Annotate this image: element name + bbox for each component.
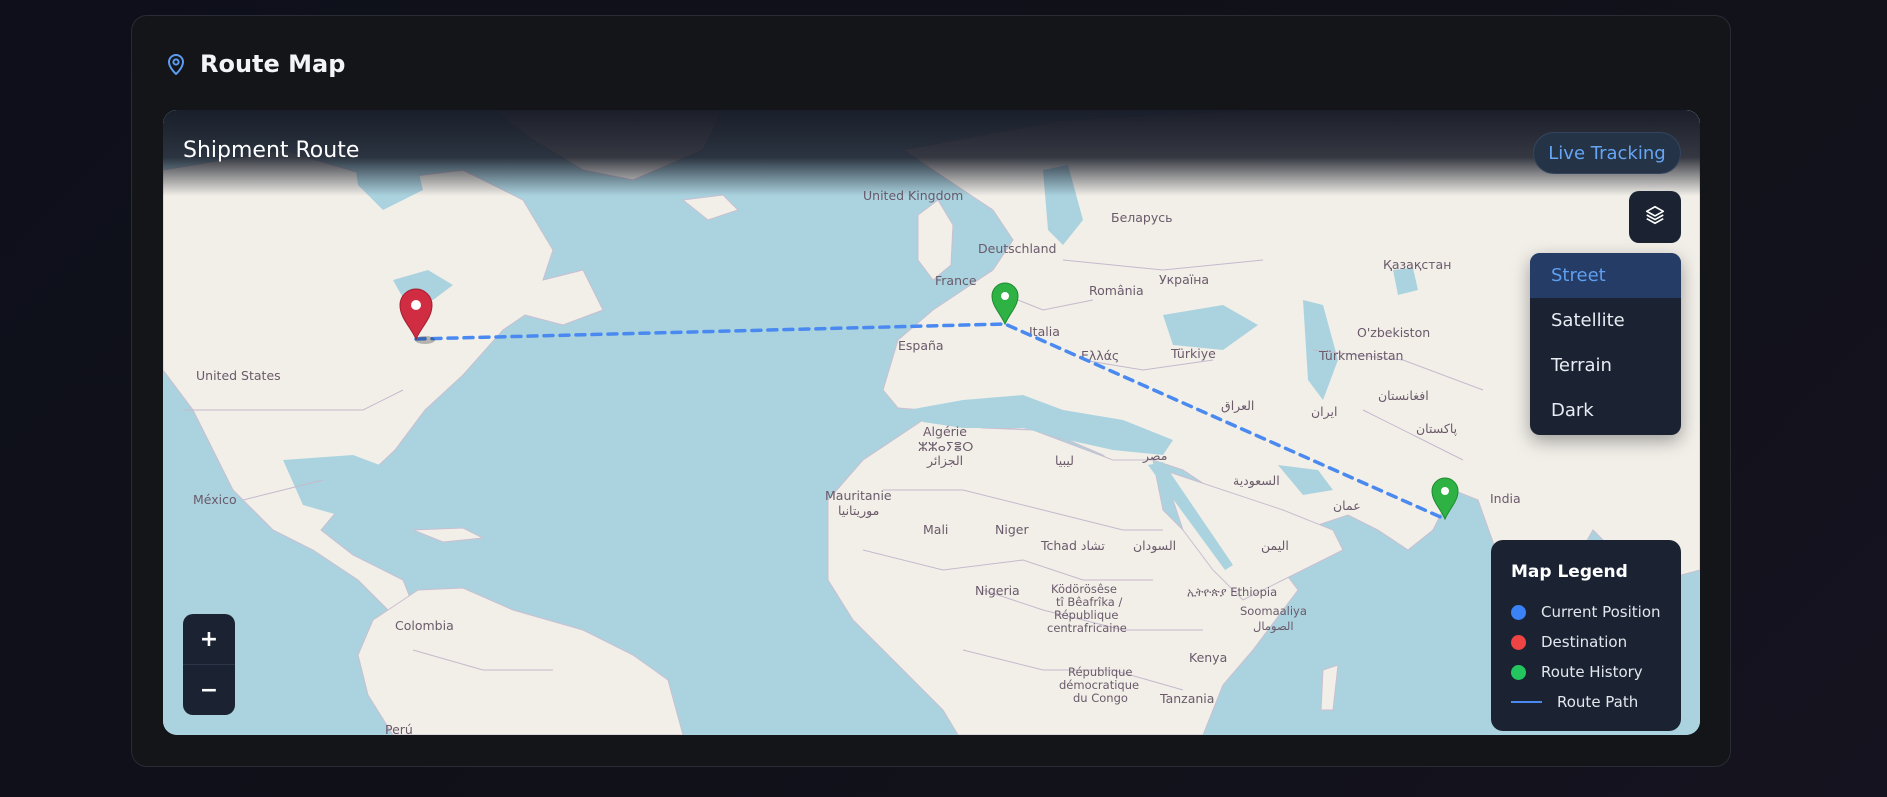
legend-label: Current Position	[1541, 603, 1661, 621]
label-espana: España	[898, 338, 944, 353]
legend-item-route-path: Route Path	[1511, 687, 1661, 717]
red-dot-icon	[1511, 634, 1526, 650]
layer-menu: Street Satellite Terrain Dark	[1530, 253, 1681, 435]
label-oman: عمان	[1333, 498, 1361, 513]
map-pin-icon	[164, 52, 188, 76]
label-pakistan: پاکستان	[1416, 421, 1458, 436]
label-india: India	[1490, 491, 1521, 506]
green-dot-icon	[1511, 664, 1526, 680]
legend-item-current-position: Current Position	[1511, 597, 1661, 627]
label-drc-3: du Congo	[1073, 691, 1128, 705]
label-france: France	[935, 273, 977, 288]
blue-dot-icon	[1511, 604, 1526, 620]
legend-item-route-history: Route History	[1511, 657, 1661, 687]
zoom-out-button[interactable]: −	[183, 665, 235, 715]
label-drc-2: démocratique	[1059, 678, 1139, 692]
label-car-4: centrafricaine	[1047, 621, 1127, 635]
label-ethiopia: ኢትዮጵያ Ethiopia	[1187, 585, 1277, 599]
label-car-2: tî Bêafrîka /	[1056, 595, 1123, 609]
layer-option-street[interactable]: Street	[1530, 253, 1681, 298]
label-colombia: Colombia	[395, 618, 454, 633]
label-drc-1: République	[1068, 665, 1133, 679]
label-iran: ایران	[1311, 404, 1338, 420]
layers-button[interactable]	[1629, 191, 1681, 243]
label-tanzania: Tanzania	[1159, 691, 1214, 706]
label-belarus: Беларусь	[1111, 210, 1173, 225]
label-sudan: السودان	[1133, 538, 1176, 554]
label-nigeria: Nigeria	[975, 583, 1020, 598]
label-ukraina: Україна	[1159, 272, 1209, 287]
label-deutschland: Deutschland	[978, 241, 1056, 256]
zoom-in-button[interactable]: +	[183, 614, 235, 664]
map-header-overlay	[163, 110, 1700, 196]
zoom-control: + −	[183, 614, 235, 715]
label-car-1: Ködörösêse	[1051, 582, 1117, 596]
label-somalia-2: الصومال	[1253, 619, 1294, 634]
legend-label: Destination	[1541, 633, 1628, 651]
label-turkmenistan: Türkmenistan	[1318, 348, 1403, 363]
label-mexico: México	[193, 492, 237, 507]
label-algeria-3: الجزائر	[926, 453, 963, 469]
label-kazakhstan: Қазақстан	[1383, 257, 1451, 272]
label-libya: ليبيا	[1055, 453, 1074, 468]
label-uzbekistan: O'zbekiston	[1357, 325, 1430, 340]
label-tchad: Tchad تشاد	[1040, 538, 1105, 553]
label-algeria-1: Algérie	[923, 424, 967, 439]
legend-label: Route History	[1541, 663, 1643, 681]
label-romania: România	[1089, 283, 1144, 298]
label-somalia-1: Soomaaliya	[1240, 604, 1307, 618]
label-afghanistan: افغانستان	[1378, 388, 1429, 403]
label-mali: Mali	[923, 522, 948, 537]
legend-label: Route Path	[1557, 693, 1639, 711]
label-algeria-2: ⵣⵣⴰⵢⴻⵔ	[918, 439, 973, 454]
map-tiles: United Kingdom Deutschland Беларусь Укра…	[163, 110, 1700, 735]
legend-item-destination: Destination	[1511, 627, 1661, 657]
map-canvas[interactable]: United Kingdom Deutschland Беларусь Укра…	[163, 110, 1700, 735]
label-italia: Italia	[1029, 324, 1060, 339]
label-turkiye: Türkiye	[1170, 346, 1216, 361]
card-title: Route Map	[200, 50, 346, 78]
label-united-states: United States	[196, 368, 281, 383]
label-mauritania-1: Mauritanie	[825, 488, 892, 503]
card-header: Route Map	[164, 48, 345, 80]
layers-icon	[1644, 204, 1666, 230]
label-saudi: السعودية	[1233, 473, 1280, 489]
label-egypt: مصر	[1142, 448, 1167, 464]
layer-option-dark[interactable]: Dark	[1530, 388, 1681, 433]
label-mauritania-2: موريتانيا	[838, 503, 879, 519]
label-car-3: République	[1054, 608, 1119, 622]
layer-option-satellite[interactable]: Satellite	[1530, 298, 1681, 343]
route-line-icon	[1511, 701, 1542, 703]
layer-option-terrain[interactable]: Terrain	[1530, 343, 1681, 388]
label-kenya: Kenya	[1189, 650, 1227, 665]
route-map-card: Route Map Deutschland Беларусь Україна Қ…	[131, 15, 1731, 767]
map-title: Shipment Route	[183, 138, 360, 163]
live-tracking-badge[interactable]: Live Tracking	[1533, 132, 1681, 174]
label-yemen: اليمن	[1261, 538, 1289, 554]
label-peru: Perú	[385, 722, 413, 735]
legend-title: Map Legend	[1511, 562, 1628, 582]
label-iraq: العراق	[1221, 398, 1254, 414]
map-legend: Map Legend Current Position Destination …	[1491, 540, 1681, 731]
label-niger: Niger	[995, 522, 1029, 537]
